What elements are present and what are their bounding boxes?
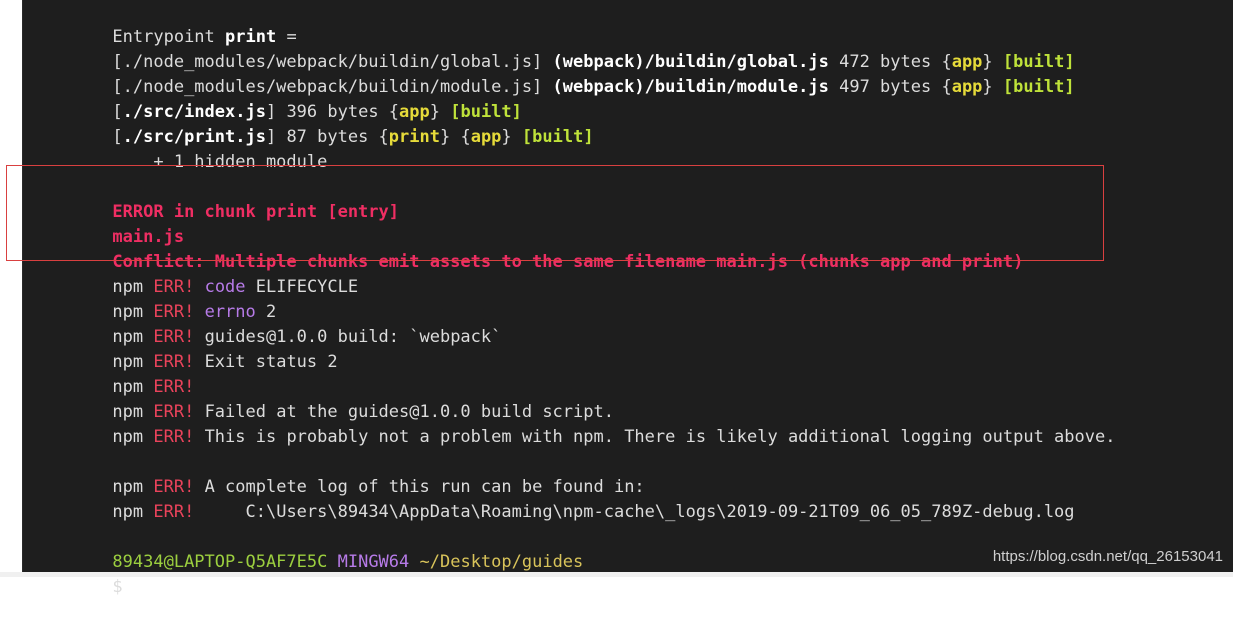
terminal-window[interactable]: Entrypoint print = [./node_modules/webpa…	[22, 0, 1233, 597]
terminal-output: Entrypoint print = [./node_modules/webpa…	[51, 0, 1115, 597]
bottom-strip	[0, 572, 1233, 577]
prompt-symbol: $	[112, 577, 123, 597]
watermark: https://blog.csdn.net/qq_26153041	[992, 548, 1223, 565]
prompt-path: ~/Desktop/guides	[419, 552, 584, 572]
error-message: Conflict: Multiple chunks emit assets to…	[112, 252, 1024, 272]
error-heading: ERROR in chunk print [entry]	[112, 202, 399, 222]
shell-prompt: 89434@LAPTOP-Q5AF7E5C MINGW64 ~/Desktop/…	[51, 525, 1115, 572]
prompt-shell: MINGW64	[337, 552, 410, 572]
npm-err-line: npm ERR! Failed at the guides@1.0.0 buil…	[112, 402, 614, 422]
terminal-line: Entrypoint print =	[112, 27, 297, 47]
prompt-user-host: 89434@LAPTOP-Q5AF7E5C	[112, 552, 328, 572]
npm-err-line: npm ERR! A complete log of this run can …	[112, 477, 645, 497]
